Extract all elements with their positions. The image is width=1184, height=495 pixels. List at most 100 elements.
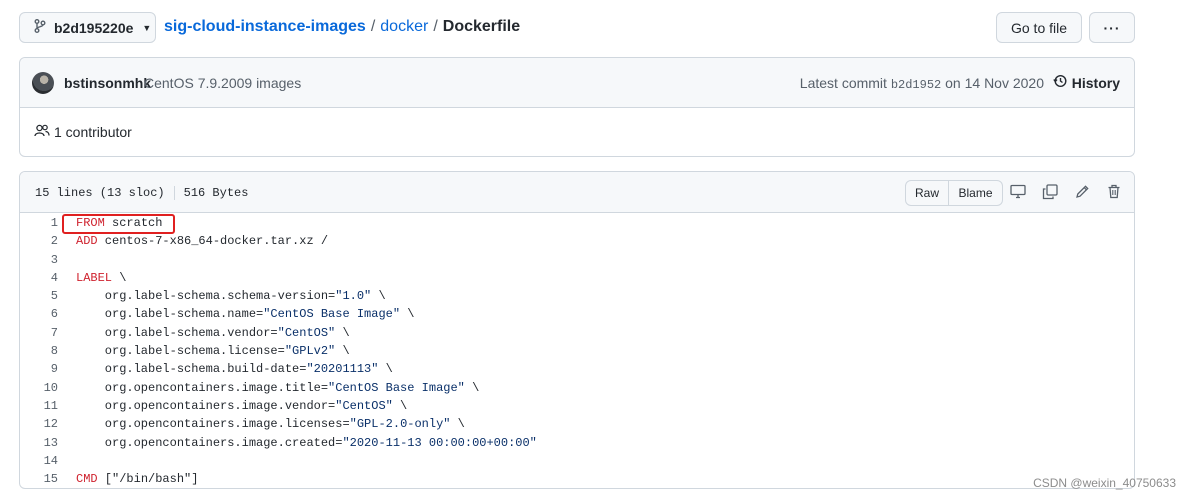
commit-message-link[interactable]: CentOS 7.9.2009 images: [144, 75, 301, 91]
line-number[interactable]: 15: [20, 472, 58, 486]
line-content: org.label-schema.license="GPLv2" \: [76, 344, 350, 358]
caret-down-icon: ▼: [142, 22, 152, 33]
commit-date: on 14 Nov 2020: [945, 75, 1044, 91]
history-icon: [1053, 74, 1067, 91]
code-line: 2 ADD centos-7-x86_64-docker.tar.xz /: [20, 231, 1134, 249]
line-number[interactable]: 13: [20, 436, 58, 450]
copy-icon[interactable]: [1042, 184, 1058, 204]
file-viewer: 15 lines (13 sloc) 516 Bytes Raw Blame 1…: [19, 171, 1135, 489]
line-content: org.opencontainers.image.vendor="CentOS"…: [76, 399, 407, 413]
code-string: "CentOS Base Image": [328, 380, 465, 395]
line-content: org.label-schema.build-date="20201113" \: [76, 362, 393, 376]
history-label: History: [1071, 74, 1120, 91]
code-line: 7 org.label-schema.vendor="CentOS" \: [20, 323, 1134, 341]
line-number[interactable]: 3: [20, 253, 58, 267]
code-line: 5 org.label-schema.schema-version="1.0" …: [20, 286, 1134, 304]
code-text: scratch: [104, 216, 163, 230]
code-block: 1 FROM scratch 2 ADD centos-7-x86_64-docker…: [20, 213, 1134, 487]
line-number[interactable]: 10: [20, 381, 58, 395]
code-string: "CentOS": [335, 398, 393, 413]
line-number[interactable]: 14: [20, 454, 58, 468]
desktop-icon[interactable]: [1010, 184, 1026, 203]
contributors-count: 1 contributor: [54, 124, 132, 140]
line-content: org.opencontainers.image.created="2020-1…: [76, 436, 537, 450]
go-to-file-button[interactable]: Go to file: [996, 12, 1082, 43]
line-content: LABEL \: [76, 271, 126, 285]
line-number[interactable]: 8: [20, 344, 58, 358]
line-number[interactable]: 7: [20, 326, 58, 340]
line-content: org.label-schema.schema-version="1.0" \: [76, 289, 386, 303]
trash-icon[interactable]: [1107, 184, 1121, 203]
history-link[interactable]: History: [1053, 74, 1120, 91]
code-text: ["/bin/bash"]: [97, 472, 199, 487]
branch-select-button[interactable]: b2d195220e ▼: [19, 12, 156, 43]
code-text: \: [464, 380, 480, 395]
breadcrumb-separator: /: [370, 18, 376, 35]
line-number[interactable]: 1: [20, 216, 58, 230]
code-string: "2020-11-13 00:00:00+00:00": [342, 435, 537, 450]
avatar[interactable]: [32, 72, 54, 94]
raw-button[interactable]: Raw: [905, 180, 949, 206]
file-actions: Raw Blame: [905, 180, 1003, 206]
code-text: org.opencontainers.image.vendor=: [76, 398, 336, 413]
divider: [173, 186, 175, 200]
code-text: org.label-schema.name=: [76, 307, 264, 322]
code-text: org.opencontainers.image.created=: [76, 435, 343, 450]
code-text: org.label-schema.build-date=: [76, 362, 307, 377]
commit-sha-link[interactable]: b2d1952: [891, 78, 941, 92]
code-line: 14: [20, 451, 1134, 469]
code-line: 6 org.label-schema.name="CentOS Base Ima…: [20, 304, 1134, 322]
line-content: org.label-schema.name="CentOS Base Image…: [76, 307, 415, 322]
code-text: \: [371, 289, 386, 304]
code-keyword: CMD: [76, 472, 98, 487]
line-number[interactable]: 12: [20, 417, 58, 431]
file-info: 15 lines (13 sloc) 516 Bytes: [35, 186, 248, 200]
code-line: 12 org.opencontainers.image.licenses="GP…: [20, 414, 1134, 432]
code-text: \: [378, 362, 393, 377]
code-line: 11 org.opencontainers.image.vendor="Cent…: [20, 396, 1134, 414]
code-text: org.label-schema.vendor=: [76, 325, 278, 340]
line-content: org.opencontainers.image.licenses="GPL-2…: [76, 417, 465, 431]
kebab-icon[interactable]: ···: [1089, 12, 1135, 43]
code-text: \: [112, 270, 127, 285]
code-string: "GPLv2": [284, 344, 336, 359]
file-header: 15 lines (13 sloc) 516 Bytes Raw Blame: [20, 172, 1134, 213]
breadcrumb: sig-cloud-instance-images / docker / Doc…: [164, 18, 520, 36]
breadcrumb-dir-link[interactable]: docker: [380, 18, 428, 36]
line-number[interactable]: 9: [20, 362, 58, 376]
code-keyword: ADD: [76, 234, 98, 249]
code-string: "GPL-2.0-only": [349, 417, 451, 432]
file-line-count: 15 lines (13 sloc): [35, 186, 165, 200]
breadcrumb-repo-link[interactable]: sig-cloud-instance-images: [164, 18, 366, 36]
code-string: "20201113": [306, 362, 379, 377]
line-number[interactable]: 6: [20, 307, 58, 321]
latest-commit-info: Latest commit b2d1952 on 14 Nov 2020: [800, 75, 1044, 92]
watermark: CSDN @weixin_40750633: [1033, 476, 1176, 490]
code-line: 3: [20, 250, 1134, 268]
breadcrumb-separator: /: [433, 18, 438, 35]
line-content: org.label-schema.vendor="CentOS" \: [76, 326, 350, 340]
code-text: org.label-schema.license=: [76, 344, 285, 359]
pencil-icon[interactable]: [1075, 184, 1090, 203]
people-icon: [34, 124, 50, 140]
line-number[interactable]: 2: [20, 234, 58, 248]
contributors-row[interactable]: 1 contributor: [34, 124, 132, 140]
code-keyword: LABEL: [76, 270, 113, 285]
line-number[interactable]: 11: [20, 399, 58, 413]
file-navigation: b2d195220e ▼ sig-cloud-instance-images /…: [19, 12, 1135, 43]
line-number[interactable]: 4: [20, 271, 58, 285]
code-text: \: [400, 307, 415, 322]
code-line: 8 org.label-schema.license="GPLv2" \: [20, 341, 1134, 359]
blame-button[interactable]: Blame: [949, 180, 1003, 206]
commit-author-link[interactable]: bstinsonmhk: [64, 75, 151, 91]
code-text: org.opencontainers.image.licenses=: [76, 417, 350, 432]
code-text: centos-7-x86_64-docker.tar.xz /: [97, 234, 329, 249]
code-line: 1 FROM scratch: [20, 213, 1134, 231]
code-line: 15 CMD ["/bin/bash"]: [20, 469, 1134, 487]
line-content: FROM scratch: [76, 216, 162, 230]
file-size: 516 Bytes: [183, 186, 249, 200]
code-line: 4 LABEL \: [20, 268, 1134, 286]
code-string: "1.0": [335, 289, 372, 304]
line-number[interactable]: 5: [20, 289, 58, 303]
code-string: "CentOS Base Image": [263, 307, 401, 322]
